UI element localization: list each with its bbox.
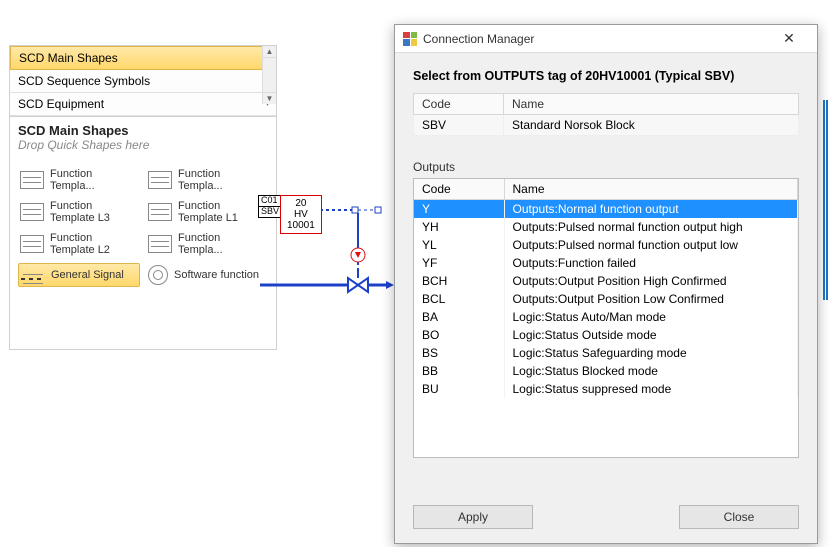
shape-item[interactable]: Function Template L1 [146,198,268,226]
shape-item[interactable]: Function Templa... [146,166,268,194]
tag-line2: HV [287,209,315,220]
tag-line1: 20 [287,198,315,209]
scroll-up-icon[interactable]: ▲ [263,46,276,58]
cell-name: Outputs:Normal function output [504,200,798,219]
source-header-code[interactable]: Code [414,94,504,115]
cell-name: Standard Norsok Block [504,115,799,136]
shape-item[interactable]: Software function [146,263,268,287]
cell-code: BS [414,344,504,362]
tag-side-labels: C01 SBV [258,195,282,217]
close-button[interactable]: Close [679,505,799,529]
shape-icon [20,203,44,221]
cell-code: BO [414,326,504,344]
cell-code: BA [414,308,504,326]
dialog-heading: Select from OUTPUTS tag of 20HV10001 (Ty… [413,69,799,83]
cell-name: Logic:Status Blocked mode [504,362,798,380]
scroll-down-icon[interactable]: ▼ [263,92,276,104]
cell-name: Logic:Status Auto/Man mode [504,308,798,326]
cell-code: BB [414,362,504,380]
outputs-table-wrap: Code Name YOutputs:Normal function outpu… [413,178,799,458]
shape-grid: Function Templa... Function Templa... Func… [10,160,276,293]
cell-name: Logic:Status Outside mode [504,326,798,344]
outputs-header-code[interactable]: Code [414,179,504,200]
accordion-item-label: SCD Sequence Symbols [18,74,150,88]
shape-label: Function Templa... [50,168,138,192]
cell-name: Outputs:Output Position Low Confirmed [504,290,798,308]
cell-name: Outputs:Pulsed normal function output lo… [504,236,798,254]
tag-line3: 10001 [287,220,315,231]
cell-name: Outputs:Function failed [504,254,798,272]
table-row[interactable]: BBLogic:Status Blocked mode [414,362,798,380]
table-row[interactable]: BALogic:Status Auto/Man mode [414,308,798,326]
cell-code: BCH [414,272,504,290]
section-title: SCD Main Shapes [10,117,276,138]
table-row[interactable]: BOLogic:Status Outside mode [414,326,798,344]
app-icon [403,32,417,46]
cell-name: Outputs:Pulsed normal function output hi… [504,218,798,236]
outputs-label: Outputs [413,160,799,174]
shape-label: Function Template L3 [50,200,138,224]
tag-side-sbv: SBV [258,206,282,218]
cell-code: YH [414,218,504,236]
dialog-title: Connection Manager [423,32,763,46]
shape-icon [148,265,168,285]
table-row[interactable]: BULogic:Status suppresed mode [414,380,798,398]
source-table[interactable]: Code Name SBVStandard Norsok Block [413,93,799,136]
table-row[interactable]: YLOutputs:Pulsed normal function output … [414,236,798,254]
shape-label: Function Template L2 [50,232,138,256]
shape-item[interactable]: Function Template L2 [18,230,140,258]
section-subtitle: Drop Quick Shapes here [10,138,276,160]
cell-code: SBV [414,115,504,136]
shape-label: Function Templa... [178,232,266,256]
titlebar[interactable]: Connection Manager ✕ [395,25,817,53]
shape-item[interactable]: Function Templa... [18,166,140,194]
accordion: SCD Main Shapes SCD Sequence Symbols SCD… [10,46,276,117]
cell-code: BU [414,380,504,398]
accordion-item-equipment[interactable]: SCD Equipment ▾ [10,93,276,116]
shape-icon [20,235,44,253]
cell-name: Logic:Status suppresed mode [504,380,798,398]
tag-block[interactable]: 20 HV 10001 [280,195,322,234]
shape-item[interactable]: General Signal [18,263,140,287]
accordion-item-main-shapes[interactable]: SCD Main Shapes [10,46,276,70]
table-row[interactable]: BSLogic:Status Safeguarding mode [414,344,798,362]
accordion-item-label: SCD Main Shapes [19,51,118,65]
shape-icon [148,171,172,189]
close-icon[interactable]: ✕ [769,30,809,47]
shape-icon [21,278,45,280]
shape-icon [148,203,172,221]
shapes-panel: SCD Main Shapes SCD Sequence Symbols SCD… [9,45,277,350]
connection-manager-dialog: Connection Manager ✕ Select from OUTPUTS… [394,24,818,544]
table-row[interactable]: YOutputs:Normal function output [414,200,798,219]
shape-item[interactable]: Function Template L3 [18,198,140,226]
shape-label: Software function [174,269,259,281]
cell-name: Outputs:Output Position High Confirmed [504,272,798,290]
cell-code: BCL [414,290,504,308]
outputs-table[interactable]: Code Name YOutputs:Normal function outpu… [414,179,798,398]
cell-code: YF [414,254,504,272]
table-row[interactable]: BCLOutputs:Output Position Low Confirmed [414,290,798,308]
cell-name: Logic:Status Safeguarding mode [504,344,798,362]
table-row[interactable]: YHOutputs:Pulsed normal function output … [414,218,798,236]
shape-icon [20,171,44,189]
outputs-header-name[interactable]: Name [504,179,798,200]
shape-label: Function Templa... [178,168,266,192]
cell-code: YL [414,236,504,254]
right-edge-decoration [823,100,828,300]
accordion-item-sequence-symbols[interactable]: SCD Sequence Symbols [10,70,276,93]
accordion-item-label: SCD Equipment [18,97,104,111]
shape-label: Function Template L1 [178,200,266,224]
table-row[interactable]: YFOutputs:Function failed [414,254,798,272]
shape-icon [148,235,172,253]
table-row[interactable]: SBVStandard Norsok Block [414,115,799,136]
source-header-name[interactable]: Name [504,94,799,115]
accordion-scrollbar[interactable]: ▲ ▼ [262,46,276,104]
shape-label: General Signal [51,269,124,281]
apply-button[interactable]: Apply [413,505,533,529]
cell-code: Y [414,200,504,219]
table-row[interactable]: BCHOutputs:Output Position High Confirme… [414,272,798,290]
shape-item[interactable]: Function Templa... [146,230,268,258]
